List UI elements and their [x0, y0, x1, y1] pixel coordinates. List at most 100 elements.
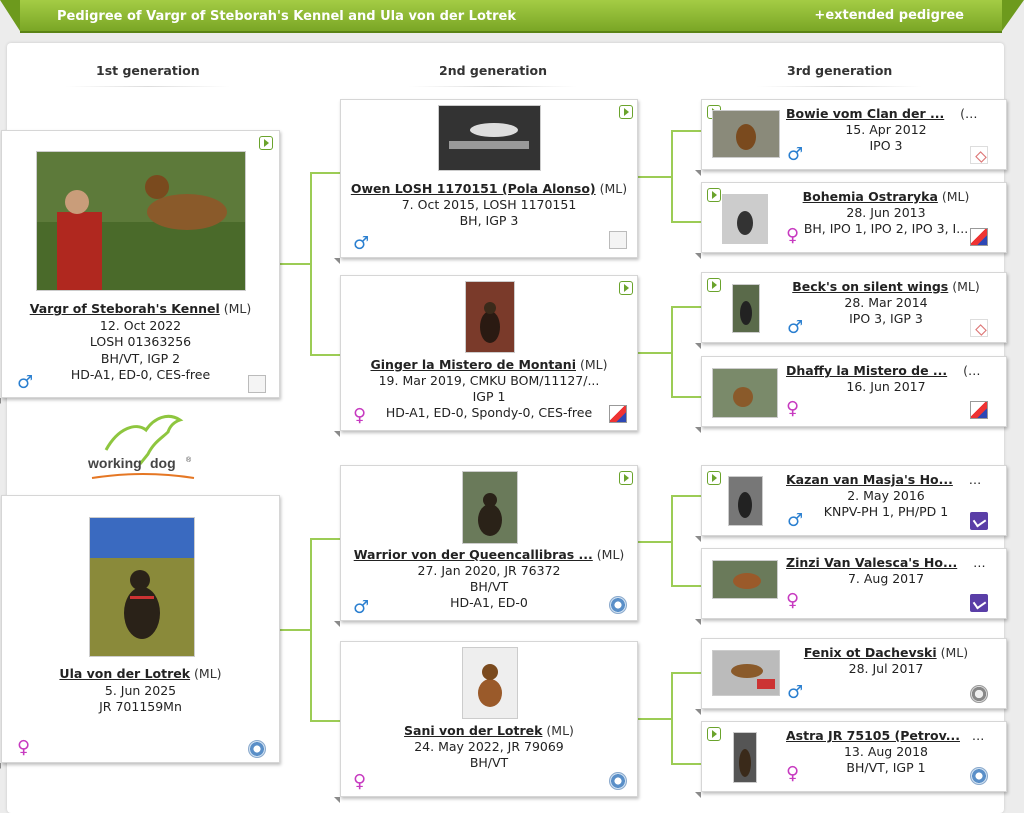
dog-info-line: 24. May 2022, JR 79069 — [414, 739, 564, 754]
banner-fold-left — [0, 0, 20, 31]
dog-photo[interactable] — [712, 650, 780, 696]
dog-info-line: 28. Mar 2014 — [844, 295, 928, 310]
breed-code: (ML) — [968, 472, 986, 487]
dog-info: Astra JR 75105 (Petrov... (ML) 13. Aug 2… — [786, 728, 986, 776]
dog-photo[interactable] — [712, 368, 778, 418]
dog-card-gen3-8[interactable]: Astra JR 75105 (Petrov... (ML) 13. Aug 2… — [695, 721, 1007, 798]
logo-registered-mark: ® — [186, 456, 192, 464]
dog-photo[interactable] — [728, 476, 763, 526]
dog-name-link[interactable]: Ginger la Mistero de Montani — [371, 357, 576, 372]
video-play-icon[interactable] — [707, 727, 721, 741]
kennel-club-logo — [609, 405, 627, 423]
dog-photo[interactable] — [462, 647, 518, 719]
dog-photo[interactable] — [465, 281, 515, 353]
kennel-club-logo — [609, 231, 627, 249]
dog-info-line: BH/VT — [469, 755, 509, 770]
dog-name-link[interactable]: Astra JR 75105 (Petrov... — [786, 728, 960, 743]
connector — [671, 130, 701, 223]
generation-heading-2: 2nd generation — [408, 63, 578, 87]
dog-photo[interactable] — [732, 284, 760, 333]
dog-info: Owen LOSH 1170151 (Pola Alonso) (ML) 7. … — [345, 181, 633, 229]
dog-name-link[interactable]: Warrior von der Queencallibras ... — [354, 547, 593, 562]
video-play-icon[interactable] — [619, 471, 633, 485]
video-play-icon[interactable] — [259, 136, 273, 150]
male-icon: ♂ — [787, 682, 804, 703]
dog-info-line: BH/VT, IGP 1 — [846, 760, 926, 775]
breed-code: (ML) — [194, 666, 222, 681]
dog-card-dam-sire[interactable]: Warrior von der Queencallibras ... (ML) … — [334, 465, 638, 627]
video-play-icon[interactable] — [707, 471, 721, 485]
kennel-club-logo — [970, 767, 988, 785]
dog-info: Warrior von der Queencallibras ... (ML) … — [345, 547, 633, 611]
connector — [638, 718, 671, 720]
dog-photo[interactable] — [712, 560, 778, 599]
extended-pedigree-link[interactable]: +extended pedigree — [814, 8, 964, 23]
dog-info-line: 7. Oct 2015, LOSH 1170151 — [401, 197, 577, 212]
dog-name-link[interactable]: Ula von der Lotrek — [59, 666, 190, 681]
dog-photo[interactable] — [712, 110, 780, 158]
dog-info-line: 2. May 2016 — [847, 488, 925, 503]
video-play-icon[interactable] — [707, 188, 721, 202]
dog-card-sire-sire[interactable]: Owen LOSH 1170151 (Pola Alonso) (ML) 7. … — [334, 99, 638, 264]
banner-fold-right — [1002, 0, 1024, 31]
dog-info-line: 19. Mar 2019, CMKU BOM/11127/... — [378, 373, 600, 388]
video-play-icon[interactable] — [707, 278, 721, 292]
dog-card-gen3-3[interactable]: Beck's on silent wings (ML) 28. Mar 2014… — [695, 272, 1007, 349]
dog-name-link[interactable]: Dhaffy la Mistero de ... — [786, 363, 947, 378]
dog-info: Kazan van Masja's Ho... (ML) 2. May 2016… — [786, 472, 986, 520]
dog-card-gen3-5[interactable]: Kazan van Masja's Ho... (ML) 2. May 2016… — [695, 465, 1007, 542]
dog-photo[interactable] — [462, 471, 518, 544]
dog-card-dam[interactable]: Ula von der Lotrek (ML) 5. Jun 2025 JR 7… — [0, 495, 280, 769]
breed-code: (ML) — [963, 363, 986, 378]
dog-photo[interactable] — [438, 105, 541, 171]
dog-name-link[interactable]: Zinzi Van Valesca's Ho... — [786, 555, 957, 570]
male-icon: ♂ — [787, 144, 804, 165]
breed-code: (ML) — [579, 357, 608, 372]
male-icon: ♂ — [353, 233, 370, 254]
video-play-icon[interactable] — [619, 281, 633, 295]
dog-photo[interactable] — [36, 151, 246, 291]
breed-code: (ML) — [599, 181, 628, 196]
dog-card-gen3-4[interactable]: Dhaffy la Mistero de ... (ML) 16. Jun 20… — [695, 356, 1007, 433]
dog-card-sire-dam[interactable]: Ginger la Mistero de Montani (ML) 19. Ma… — [334, 275, 638, 437]
dog-name-link[interactable]: Bohemia Ostraryka — [803, 189, 938, 204]
dog-info-line: 28. Jul 2017 — [848, 661, 924, 676]
dog-photo[interactable] — [733, 732, 757, 783]
dog-card-sire[interactable]: Vargr of Steborah's Kennel (ML) 12. Oct … — [0, 130, 280, 404]
dog-card-gen3-1[interactable]: Bowie vom Clan der ... (ML) 15. Apr 2012… — [695, 99, 1007, 176]
kennel-club-logo — [970, 228, 988, 246]
dog-info-line: LOSH 01363256 — [89, 334, 192, 349]
female-icon: ♀ — [786, 225, 800, 246]
generation-heading-3: 3rd generation — [756, 63, 923, 87]
dog-name-link[interactable]: Bowie vom Clan der ... — [786, 106, 944, 121]
dog-name-link[interactable]: Vargr of Steborah's Kennel — [30, 301, 220, 316]
dog-info-line: BH/VT, IGP 2 — [100, 350, 181, 366]
dog-card-dam-dam[interactable]: Sani von der Lotrek (ML) 24. May 2022, J… — [334, 641, 638, 803]
kennel-club-logo — [970, 685, 988, 703]
dog-card-gen3-2[interactable]: Bohemia Ostraryka (ML) 28. Jun 2013 BH, … — [695, 182, 1007, 259]
dog-info: Beck's on silent wings (ML) 28. Mar 2014… — [786, 279, 986, 327]
kennel-club-logo — [609, 772, 627, 790]
dog-name-link[interactable]: Owen LOSH 1170151 (Pola Alonso) — [351, 181, 596, 196]
breed-code: (ML) — [960, 106, 986, 121]
dog-info: Bowie vom Clan der ... (ML) 15. Apr 2012… — [786, 106, 986, 154]
dog-info-line: BH/VT — [469, 579, 509, 594]
dog-photo[interactable] — [722, 194, 768, 244]
logo-text-dog: dog — [150, 455, 176, 471]
video-play-icon[interactable] — [619, 105, 633, 119]
dog-info: Zinzi Van Valesca's Ho... (ML) 7. Aug 20… — [786, 555, 986, 587]
dog-name-link[interactable]: Kazan van Masja's Ho... — [786, 472, 953, 487]
female-icon: ♀ — [17, 737, 31, 758]
dog-card-gen3-7[interactable]: Fenix ot Dachevski (ML) 28. Jul 2017 ♂ — [695, 638, 1007, 715]
dog-name-link[interactable]: Sani von der Lotrek — [404, 723, 542, 738]
male-icon: ♂ — [17, 372, 34, 393]
dog-name-link[interactable]: Beck's on silent wings — [792, 279, 948, 294]
dog-info-line: BH, IGP 3 — [459, 213, 519, 228]
title-banner: Pedigree of Vargr of Steborah's Kennel a… — [0, 0, 1024, 34]
dog-card-gen3-6[interactable]: Zinzi Van Valesca's Ho... (ML) 7. Aug 20… — [695, 548, 1007, 625]
breed-code: (ML) — [952, 279, 980, 294]
dog-photo[interactable] — [89, 517, 195, 657]
dog-name-link[interactable]: Fenix ot Dachevski — [804, 645, 937, 660]
dog-info-line: 7. Aug 2017 — [847, 571, 925, 586]
dog-info: Bohemia Ostraryka (ML) 28. Jun 2013 BH, … — [786, 189, 986, 237]
